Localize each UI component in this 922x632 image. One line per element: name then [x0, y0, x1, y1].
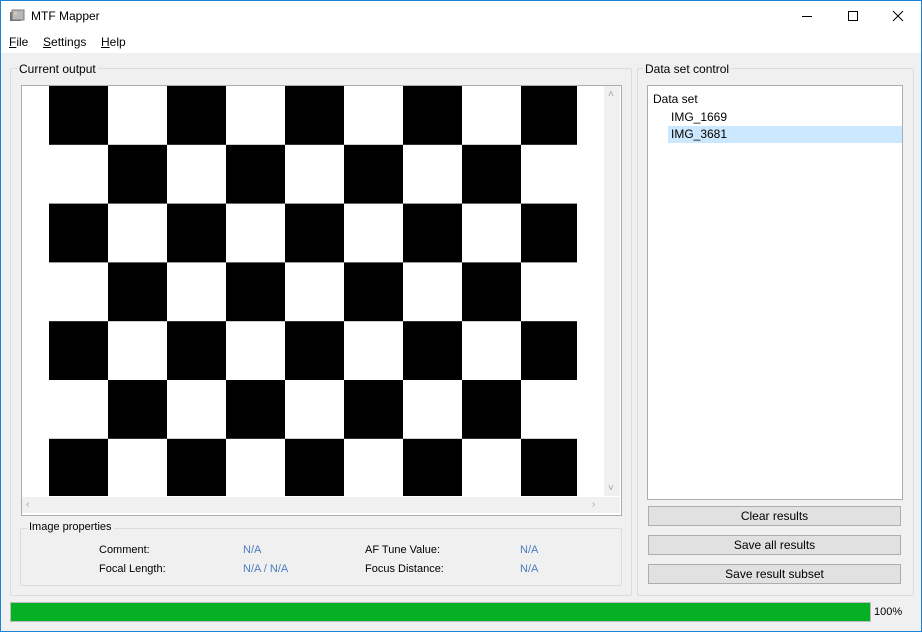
- tree-item-img-1669[interactable]: IMG_1669: [668, 109, 902, 126]
- checker-square: [462, 262, 521, 322]
- checker-square: [285, 203, 344, 263]
- save-all-results-button[interactable]: Save all results: [648, 535, 901, 555]
- minimize-button[interactable]: [784, 1, 830, 31]
- checker-square: [403, 203, 462, 263]
- checker-square: [521, 203, 577, 263]
- tree-root-dataset[interactable]: Data set: [653, 92, 698, 106]
- checker-square: [403, 86, 462, 145]
- checker-square: [462, 144, 521, 204]
- checker-square: [285, 438, 344, 496]
- focal-length-label: Focal Length:: [99, 563, 166, 575]
- checker-square: [108, 380, 167, 439]
- progress-bar: [10, 602, 871, 622]
- checker-square: [521, 321, 577, 380]
- progress-fill: [11, 603, 870, 621]
- close-icon: [892, 10, 904, 22]
- window-title: MTF Mapper: [31, 9, 100, 23]
- image-properties-title: Image properties: [27, 521, 114, 533]
- close-button[interactable]: [875, 1, 921, 31]
- checker-square: [344, 262, 403, 322]
- title-bar[interactable]: MTF Mapper: [1, 1, 921, 31]
- checker-square: [285, 321, 344, 380]
- image-properties-group: [20, 528, 622, 586]
- main-window: MTF Mapper File Settings Help Current ou…: [0, 0, 922, 632]
- checker-square: [226, 144, 285, 204]
- scroll-left-icon[interactable]: ‹: [26, 500, 29, 510]
- comment-label: Comment:: [99, 544, 150, 556]
- checker-square: [344, 380, 403, 439]
- scroll-up-icon[interactable]: ˄: [608, 90, 614, 100]
- checker-square: [344, 144, 403, 204]
- checker-square: [49, 86, 108, 145]
- menu-bar: File Settings Help: [1, 31, 921, 53]
- dataset-tree[interactable]: Data set IMG_1669 IMG_3681: [647, 85, 903, 500]
- comment-value: N/A: [243, 544, 262, 556]
- checker-square: [108, 262, 167, 322]
- tree-item-img-3681[interactable]: IMG_3681: [668, 126, 902, 143]
- camera-app-icon: [10, 9, 25, 21]
- scroll-corner: [604, 497, 620, 513]
- menu-file[interactable]: File: [9, 35, 28, 49]
- checker-square: [108, 144, 167, 204]
- checker-square: [167, 438, 226, 496]
- dataset-control-title: Data set control: [643, 62, 732, 76]
- focus-distance-label: Focus Distance:: [365, 563, 444, 575]
- clear-results-button[interactable]: Clear results: [648, 506, 901, 526]
- menu-settings[interactable]: Settings: [43, 35, 86, 49]
- maximize-icon: [848, 11, 858, 21]
- scroll-down-icon[interactable]: ˅: [608, 484, 614, 494]
- current-output-title: Current output: [17, 62, 98, 76]
- af-tune-value: N/A: [520, 544, 539, 556]
- checker-square: [462, 380, 521, 439]
- scroll-right-icon[interactable]: ›: [592, 500, 595, 510]
- focus-distance-value: N/A: [520, 563, 539, 575]
- horizontal-scrollbar[interactable]: ‹ ›: [22, 497, 604, 513]
- checker-square: [521, 86, 577, 145]
- checker-square: [285, 86, 344, 145]
- vertical-scrollbar[interactable]: ˄ ˅: [604, 86, 620, 496]
- checker-square: [521, 438, 577, 496]
- checker-square: [226, 380, 285, 439]
- checkerboard-image: [22, 86, 621, 515]
- progress-percent: 100%: [874, 606, 903, 618]
- checker-square: [226, 262, 285, 322]
- minimize-icon: [802, 16, 812, 17]
- output-image-view[interactable]: [21, 85, 622, 516]
- af-tune-label: AF Tune Value:: [365, 544, 441, 556]
- menu-help[interactable]: Help: [101, 35, 126, 49]
- focal-length-value: N/A / N/A: [243, 563, 289, 575]
- checker-square: [167, 86, 226, 145]
- checker-square: [403, 321, 462, 380]
- checker-square: [49, 438, 108, 496]
- save-result-subset-button[interactable]: Save result subset: [648, 564, 901, 584]
- checker-square: [403, 438, 462, 496]
- checker-square: [49, 321, 108, 380]
- checker-square: [49, 203, 108, 263]
- checker-square: [167, 203, 226, 263]
- checker-square: [167, 321, 226, 380]
- maximize-button[interactable]: [830, 1, 876, 31]
